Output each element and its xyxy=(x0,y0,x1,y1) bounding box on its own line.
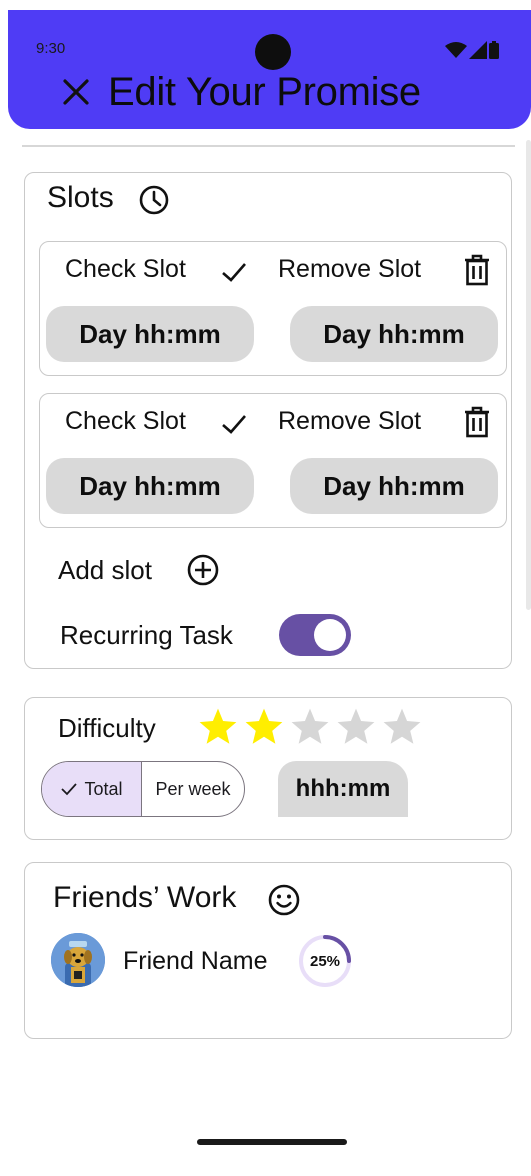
close-icon[interactable] xyxy=(60,76,92,108)
wifi-icon xyxy=(445,42,467,58)
slots-card: Slots Check Slot Remove Slot Day hh:mm D… xyxy=(24,172,512,669)
slot-start-field[interactable]: Day hh:mm xyxy=(46,458,254,514)
check-icon[interactable] xyxy=(220,258,248,286)
signal-icon xyxy=(469,41,487,59)
toggle-knob xyxy=(314,619,346,651)
smile-icon xyxy=(268,884,300,916)
star-filled-icon[interactable] xyxy=(243,706,285,748)
difficulty-label: Difficulty xyxy=(58,713,156,743)
page-title: Edit Your Promise xyxy=(108,70,421,114)
segment-per-week[interactable]: Per week xyxy=(142,762,244,816)
recurring-task-toggle[interactable] xyxy=(279,614,351,656)
status-icons xyxy=(445,41,499,59)
clock-icon xyxy=(139,185,169,215)
progress-label: 25% xyxy=(309,952,341,970)
remove-slot-label: Remove Slot xyxy=(278,407,422,435)
trash-icon[interactable] xyxy=(463,254,491,286)
friend-name: Friend Name xyxy=(123,947,268,975)
battery-icon xyxy=(489,41,499,59)
add-slot-label[interactable]: Add slot xyxy=(58,555,152,586)
check-icon[interactable] xyxy=(220,410,248,438)
duration-field[interactable]: hhh:mm xyxy=(278,761,408,817)
check-slot-label: Check Slot xyxy=(65,407,186,435)
difficulty-rating[interactable] xyxy=(197,706,423,748)
recurring-task-label: Recurring Task xyxy=(60,620,233,650)
scrollbar[interactable] xyxy=(526,140,531,610)
slot-end-field[interactable]: Day hh:mm xyxy=(290,306,498,362)
star-empty-icon[interactable] xyxy=(381,706,423,748)
segment-total[interactable]: Total xyxy=(42,762,143,816)
slot-item: Check Slot Remove Slot Day hh:mm Day hh:… xyxy=(39,393,507,528)
home-indicator[interactable] xyxy=(197,1139,347,1145)
check-slot-label: Check Slot xyxy=(65,255,186,283)
star-empty-icon[interactable] xyxy=(335,706,377,748)
star-filled-icon[interactable] xyxy=(197,706,239,748)
segment-per-week-label: Per week xyxy=(155,778,231,799)
duration-mode-toggle: Total Per week xyxy=(41,761,245,817)
slot-end-field[interactable]: Day hh:mm xyxy=(290,458,498,514)
dog-avatar-icon xyxy=(51,933,105,987)
trash-icon[interactable] xyxy=(463,406,491,438)
slot-start-field[interactable]: Day hh:mm xyxy=(46,306,254,362)
app-bar: 9:30 Edit Your Promise xyxy=(8,10,531,129)
difficulty-card: Difficulty Total Per week hhh:mm xyxy=(24,697,512,840)
friends-title: Friends’ Work xyxy=(53,881,237,914)
check-icon xyxy=(61,783,78,796)
avatar xyxy=(51,933,105,987)
header-divider xyxy=(22,145,515,147)
slot-item: Check Slot Remove Slot Day hh:mm Day hh:… xyxy=(39,241,507,376)
star-empty-icon[interactable] xyxy=(289,706,331,748)
friends-card: Friends’ Work Friend Name 25% xyxy=(24,862,512,1039)
slots-title: Slots xyxy=(47,181,114,214)
segment-total-label: Total xyxy=(84,778,123,799)
add-circle-icon[interactable] xyxy=(185,552,221,588)
status-time: 9:30 xyxy=(36,40,66,57)
remove-slot-label: Remove Slot xyxy=(278,255,422,283)
camera-cutout xyxy=(255,34,291,70)
